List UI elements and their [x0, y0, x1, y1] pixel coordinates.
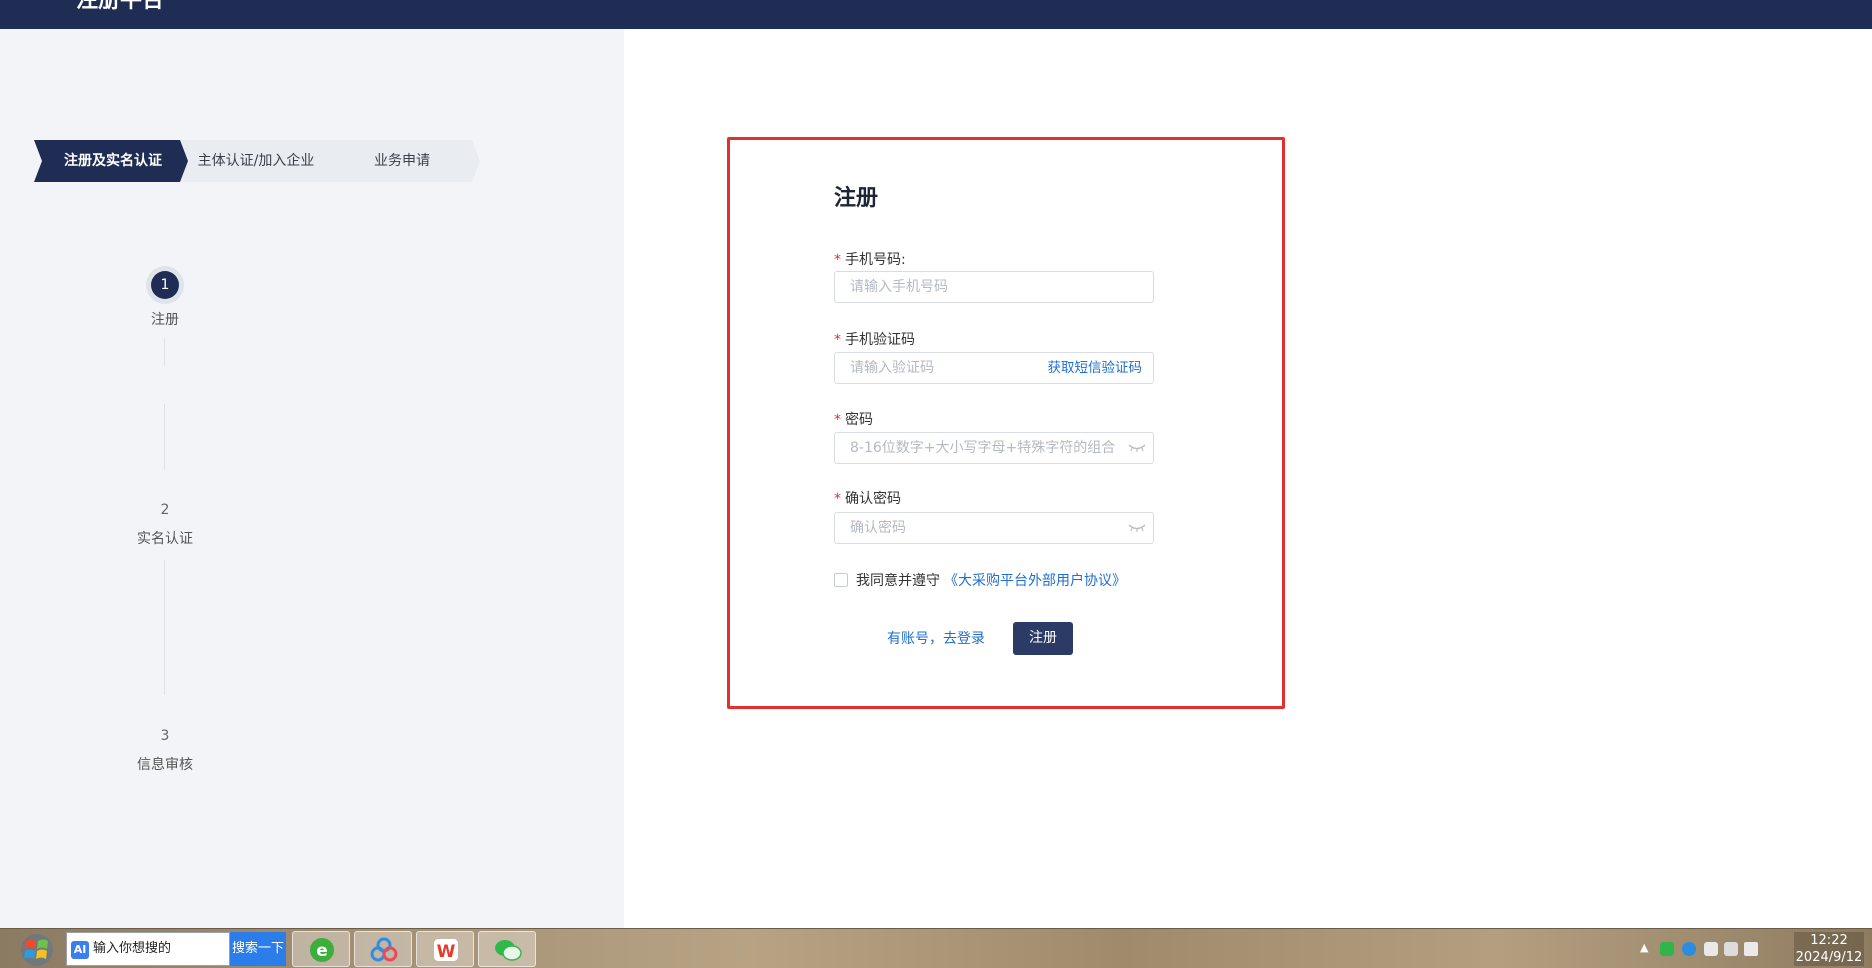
register-button[interactable]: 注册: [1013, 622, 1073, 655]
step-label: 注册: [151, 312, 179, 328]
phone-label-text: 手机号码:: [845, 252, 906, 268]
ai-search-icon: AI: [71, 941, 89, 959]
display-tray-icon[interactable]: [1724, 942, 1738, 956]
os-taskbar: AI 输入你想搜的 搜索一下 e W ▲ 12:22 2024/9/12: [0, 928, 1872, 968]
confirm-password-label-text: 确认密码: [845, 491, 901, 507]
wechat-tray-icon[interactable]: [1660, 942, 1674, 956]
eye-closed-icon[interactable]: [1127, 522, 1147, 534]
system-tray: ▲ 12:22 2024/9/12: [1632, 929, 1872, 968]
step-number-badge: 1: [151, 271, 179, 299]
password-label: * 密码: [834, 409, 873, 429]
svg-text:W: W: [437, 942, 456, 962]
required-mark: *: [834, 412, 841, 428]
chevron-step-label: 注册及实名认证: [64, 153, 162, 169]
phone-input[interactable]: 请输入手机号码: [834, 271, 1154, 303]
confirm-password-input[interactable]: 确认密码: [834, 512, 1154, 544]
go-login-link[interactable]: 有账号，去登录: [887, 628, 985, 648]
chevron-step-label: 主体认证/加入企业: [197, 153, 315, 169]
password-label-text: 密码: [845, 412, 873, 428]
header-title: 注册平台: [76, 0, 165, 13]
top-header: 注册平台: [0, 0, 1872, 29]
sms-code-label: * 手机验证码: [834, 329, 915, 349]
step-number-badge: 3: [160, 728, 170, 744]
taskbar-search-input[interactable]: AI 输入你想搜的: [66, 932, 230, 966]
password-placeholder: 8-16位数字+大小写字母+特殊字符的组合: [850, 440, 1116, 456]
volume-icon[interactable]: [1744, 942, 1758, 956]
step-number-badge: 2: [160, 502, 170, 518]
svg-text:e: e: [316, 941, 328, 961]
taskbar-clock[interactable]: 12:22 2024/9/12: [1794, 932, 1864, 966]
network-tray-icon[interactable]: [1682, 942, 1696, 956]
step-connector-line: [164, 404, 165, 470]
wechat-icon[interactable]: [478, 931, 536, 967]
wps-icon[interactable]: W: [416, 931, 474, 967]
browser-icon[interactable]: e: [292, 931, 350, 967]
get-sms-code-button[interactable]: 获取短信验证码: [1048, 353, 1143, 383]
agreement-text: 我同意并遵守: [856, 573, 940, 589]
phone-placeholder: 请输入手机号码: [850, 279, 948, 295]
form-title: 注册: [834, 186, 879, 211]
required-mark: *: [834, 491, 841, 507]
vertical-step-1: 1 注册: [110, 271, 220, 329]
search-placeholder: 输入你想搜的: [93, 941, 172, 956]
eye-closed-icon[interactable]: [1127, 442, 1147, 454]
vertical-step-3: 3 信息审核: [110, 722, 220, 774]
sms-code-label-text: 手机验证码: [845, 332, 915, 348]
chevron-step-register: 注册及实名认证: [34, 140, 192, 182]
agreement-checkbox[interactable]: [834, 573, 848, 587]
clock-date: 2024/9/12: [1795, 950, 1863, 965]
confirm-password-label: * 确认密码: [834, 488, 901, 508]
step-connector-line: [164, 560, 165, 695]
sms-code-input[interactable]: 请输入验证码 获取短信验证码: [834, 352, 1154, 384]
sms-code-placeholder: 请输入验证码: [850, 360, 934, 376]
agreement-link[interactable]: 《大采购平台外部用户协议》: [944, 570, 1126, 590]
chevron-step-business: 业务申请: [324, 140, 480, 182]
step-label: 实名认证: [137, 531, 193, 547]
step-label: 信息审核: [137, 757, 193, 773]
taskbar-search-button[interactable]: 搜索一下: [230, 932, 286, 966]
required-mark: *: [834, 252, 841, 268]
password-input[interactable]: 8-16位数字+大小写字母+特殊字符的组合: [834, 432, 1154, 464]
flag-tray-icon[interactable]: [1704, 942, 1718, 956]
step-connector-line: [164, 338, 165, 366]
agreement-row: 我同意并遵守 《大采购平台外部用户协议》: [834, 570, 1126, 590]
chevron-step-label: 业务申请: [374, 153, 430, 169]
wps-office-icon: W: [434, 939, 458, 962]
baidu-netdisk-icon: [370, 937, 398, 962]
clock-time: 12:22: [1810, 933, 1848, 948]
ie-browser-icon: e: [310, 938, 334, 962]
step-chevron-bar: 注册及实名认证 主体认证/加入企业 业务申请: [34, 140, 494, 182]
chevron-step-entity: 主体认证/加入企业: [180, 140, 332, 182]
vertical-step-2: 2 实名认证: [110, 496, 220, 548]
phone-label: * 手机号码:: [834, 249, 906, 269]
wechat-app-icon: [495, 940, 522, 961]
tray-expand-icon[interactable]: ▲: [1640, 941, 1648, 954]
cloud-drive-icon[interactable]: [354, 931, 412, 967]
required-mark: *: [834, 332, 841, 348]
register-form-highlight: [727, 137, 1285, 709]
confirm-password-placeholder: 确认密码: [850, 520, 906, 536]
start-button-icon[interactable]: [18, 933, 56, 967]
